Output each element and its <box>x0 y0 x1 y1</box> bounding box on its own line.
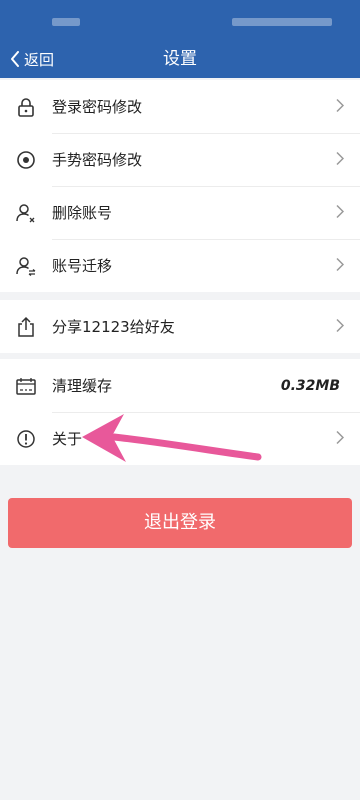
gesture-password-row[interactable]: 手势密码修改 <box>0 133 360 186</box>
lock-icon <box>14 95 38 119</box>
row-label: 清理缓存 <box>52 377 113 395</box>
status-bar-left-blur <box>52 18 80 26</box>
account-transfer-row[interactable]: 账号迁移 <box>0 239 360 292</box>
delete-account-row[interactable]: 删除账号 <box>0 186 360 239</box>
info-icon <box>14 427 38 451</box>
chevron-left-icon <box>10 51 20 67</box>
cache-size-value: 0.32MB <box>280 377 340 394</box>
share-row[interactable]: 分享12123给好友 <box>0 300 360 353</box>
settings-screen: 设置 返回 登录密码修改 手势密码修改 删除账号 账号迁移 分享12123给好友… <box>0 0 360 800</box>
share-group: 分享12123给好友 <box>0 300 360 353</box>
user-transfer-icon <box>14 254 38 278</box>
chevron-right-icon <box>336 97 345 116</box>
status-bar <box>0 0 360 40</box>
chevron-right-icon <box>336 256 345 275</box>
back-label: 返回 <box>24 50 55 69</box>
row-label: 分享12123给好友 <box>52 318 175 336</box>
clear-cache-row[interactable]: 清理缓存 0.32MB <box>0 359 360 412</box>
share-icon <box>14 315 38 339</box>
user-delete-icon <box>14 201 38 225</box>
row-label: 删除账号 <box>52 204 113 222</box>
chevron-right-icon <box>336 317 345 336</box>
back-button[interactable]: 返回 <box>10 40 54 78</box>
login-password-row[interactable]: 登录密码修改 <box>0 80 360 133</box>
row-label: 登录密码修改 <box>52 98 143 116</box>
status-bar-right-blur <box>232 18 332 26</box>
row-label: 关于 <box>52 430 83 448</box>
about-row[interactable]: 关于 <box>0 412 360 465</box>
chevron-right-icon <box>336 203 345 222</box>
row-label: 手势密码修改 <box>52 151 143 169</box>
cache-icon <box>14 374 38 398</box>
chevron-right-icon <box>336 150 345 169</box>
chevron-right-icon <box>336 429 345 448</box>
nav-bar: 设置 返回 <box>0 40 360 78</box>
logout-button[interactable]: 退出登录 <box>8 498 352 548</box>
row-label: 账号迁移 <box>52 257 113 275</box>
account-security-group: 登录密码修改 手势密码修改 删除账号 账号迁移 <box>0 80 360 292</box>
misc-group: 清理缓存 0.32MB 关于 <box>0 359 360 465</box>
gesture-icon <box>14 148 38 172</box>
